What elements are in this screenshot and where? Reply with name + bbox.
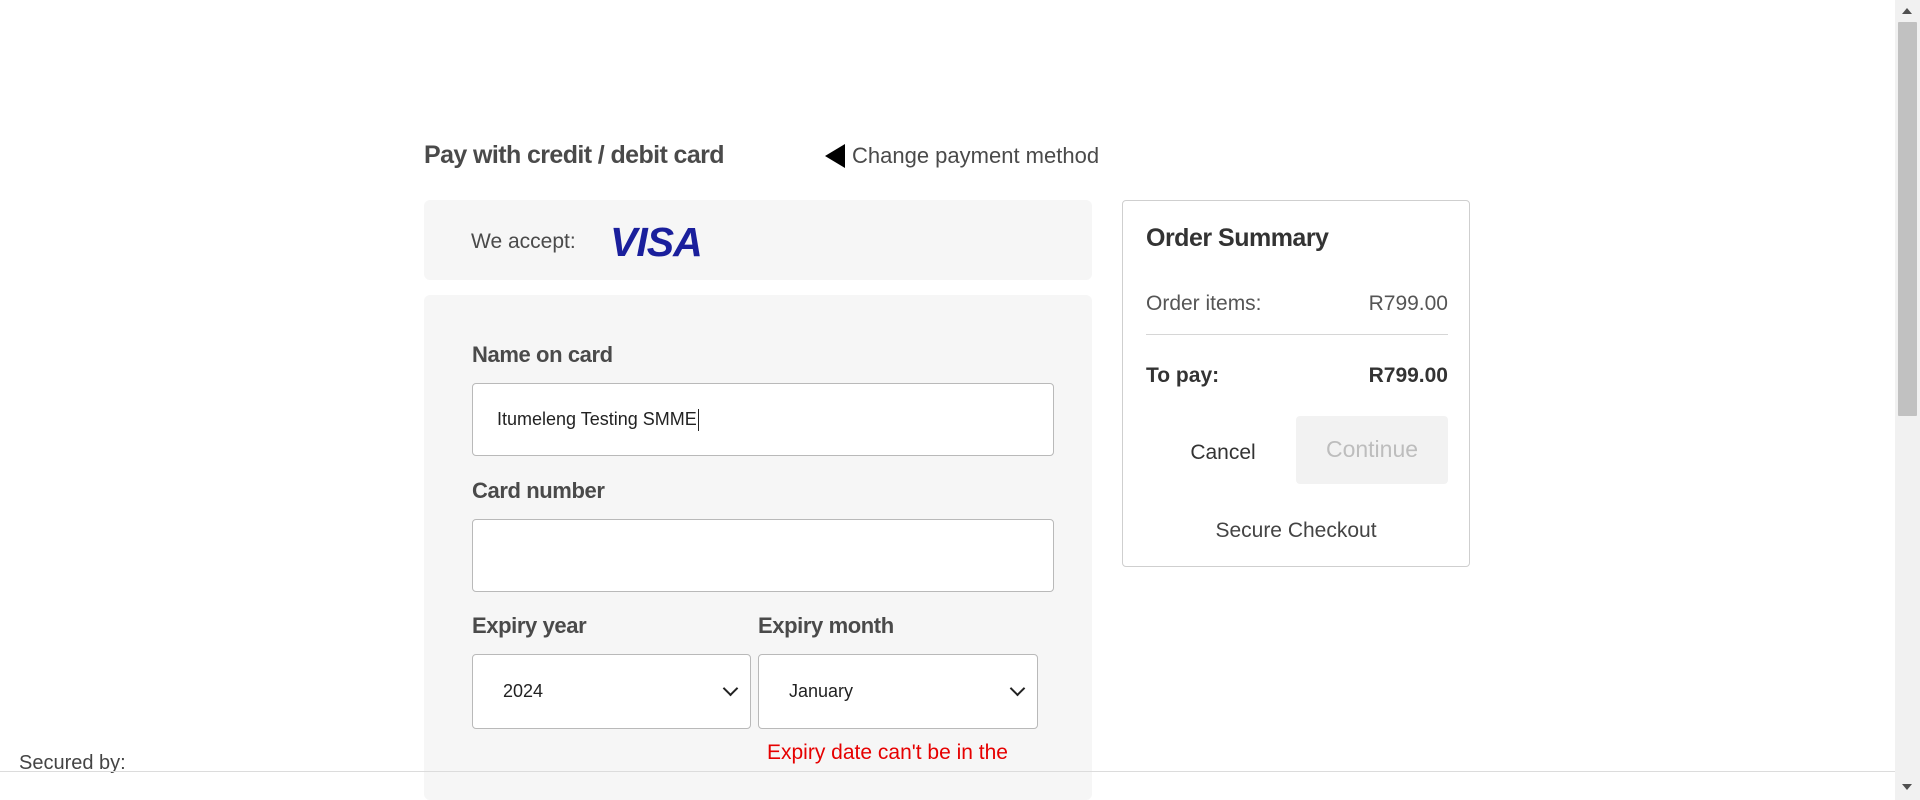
expiry-year-label: Expiry year	[472, 613, 587, 638]
name-on-card-input[interactable]: Itumeleng Testing SMME	[472, 383, 1054, 456]
text-cursor	[697, 408, 699, 431]
summary-divider	[1146, 334, 1448, 335]
expiry-error-message: Expiry date can't be in the	[767, 741, 1008, 764]
order-items-value: R799.00	[1368, 292, 1448, 315]
secure-checkout-label: Secure Checkout	[1215, 519, 1377, 542]
footer-divider	[0, 771, 1895, 772]
continue-button[interactable]: Continue	[1296, 416, 1448, 484]
expiry-month-label: Expiry month	[758, 613, 894, 638]
vertical-scrollbar[interactable]	[1895, 0, 1920, 800]
card-form-panel: Name on card Itumeleng Testing SMME Card…	[424, 295, 1092, 800]
expiry-month-select[interactable]: January	[758, 654, 1038, 729]
scroll-up-arrow-icon[interactable]	[1902, 8, 1912, 14]
checkout-page: Pay with credit / debit card Change paym…	[0, 0, 1895, 800]
order-summary-card: Order Summary Order items: R799.00 To pa…	[1122, 200, 1470, 567]
expiry-year-select[interactable]: 2024	[472, 654, 751, 729]
scrollbar-thumb[interactable]	[1898, 22, 1917, 416]
cancel-button[interactable]: Cancel	[1168, 433, 1278, 473]
name-on-card-value: Itumeleng Testing SMME	[497, 409, 697, 429]
order-items-row: Order items: R799.00	[1146, 292, 1448, 316]
to-pay-row: To pay: R799.00	[1146, 364, 1448, 388]
to-pay-value: R799.00	[1368, 364, 1448, 387]
name-on-card-label: Name on card	[472, 342, 613, 367]
chevron-down-icon	[722, 680, 739, 697]
order-summary-title: Order Summary	[1146, 224, 1329, 252]
visa-logo: VISA	[610, 219, 703, 265]
card-number-label: Card number	[472, 478, 605, 503]
expiry-month-value: January	[789, 681, 854, 701]
to-pay-label: To pay:	[1146, 364, 1220, 387]
change-payment-method-label: Change payment method	[852, 143, 1100, 168]
back-arrow-icon	[825, 144, 845, 168]
expiry-year-value: 2024	[503, 681, 544, 701]
chevron-down-icon	[1009, 680, 1026, 697]
scroll-down-arrow-icon[interactable]	[1902, 784, 1912, 790]
accept-label: We accept:	[471, 230, 576, 253]
page-title: Pay with credit / debit card	[424, 141, 725, 169]
order-items-label: Order items:	[1146, 292, 1262, 315]
accepted-cards-panel: We accept: VISA	[424, 200, 1092, 280]
card-number-input[interactable]	[472, 519, 1054, 592]
change-payment-method-link[interactable]: Change payment method	[825, 143, 1099, 169]
